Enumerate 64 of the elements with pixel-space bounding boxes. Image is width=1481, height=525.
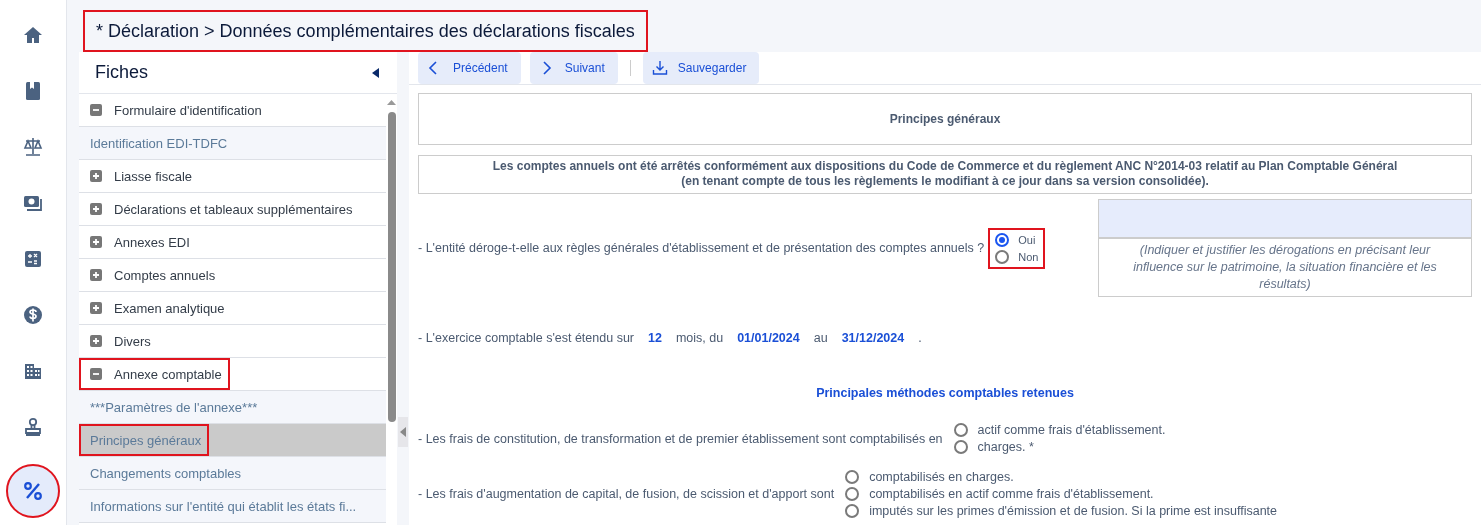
radio-option[interactable]: charges. * — [953, 440, 1166, 454]
radio-option[interactable]: actif comme frais d'établissement. — [953, 423, 1166, 437]
sidebar-item[interactable]: Déclarations et tableaux supplémentaires — [79, 193, 386, 226]
expand-icon[interactable] — [90, 335, 102, 347]
radio-button[interactable] — [845, 487, 860, 501]
expand-icon[interactable] — [90, 236, 102, 248]
sentence-text: - L'exercice comptable s'est étendu sur — [418, 331, 634, 345]
download-icon — [651, 60, 668, 76]
radio-option[interactable]: comptabilisés en charges. — [845, 470, 1278, 484]
home-icon — [23, 25, 43, 45]
save-button[interactable]: Sauvegarder — [642, 52, 760, 84]
radio-button[interactable] — [845, 504, 860, 518]
question-text: - Les frais d'augmentation de capital, de fusion, de scission et d'apport sont — [418, 487, 835, 501]
intro-text: (en tenant compte de tous les règlements le modifiant à ce jour dans sa version consolidée). — [680, 174, 1210, 189]
money-icon — [23, 193, 43, 213]
expand-icon[interactable] — [90, 203, 102, 215]
radio-button[interactable] — [995, 249, 1010, 264]
radio-option[interactable]: Oui — [995, 232, 1039, 247]
collapse-icon[interactable] — [372, 67, 379, 78]
expand-icon[interactable] — [90, 170, 102, 182]
sidebar-item[interactable]: Divers — [79, 325, 386, 358]
sidebar-item[interactable]: Examen analytique — [79, 292, 386, 325]
section-heading: Principales méthodes comptables retenues — [815, 386, 1075, 400]
hint-text: (Indiquer et justifier les dérogations en précisant leur influence sur le patrimoine, la situation financière et les résultats) — [1132, 242, 1438, 293]
radio-button[interactable] — [953, 440, 968, 454]
next-button[interactable]: Suivant — [529, 52, 618, 84]
nav-button[interactable] — [6, 464, 60, 518]
question-text: - Les frais de constitution, de transformation et de premier établissement sont comptabilisés en — [418, 431, 943, 446]
sentence-text: au — [813, 331, 828, 345]
radio-option[interactable]: comptabilisés en actif comme frais d'établissement. — [845, 487, 1278, 501]
scroll-up-icon[interactable] — [386, 98, 397, 106]
radio-button[interactable] — [953, 423, 968, 437]
radio-option[interactable]: imputés sur les primes d'émission et de fusion. Si la prime est insuffisante — [845, 504, 1278, 518]
percent-icon — [23, 481, 43, 501]
radio-button[interactable] — [995, 232, 1010, 247]
page-title: * Déclaration > Données complémentaires des déclarations fiscales — [83, 10, 648, 52]
intro-text: Les comptes annuels ont été arrêtés conformément aux dispositions du Code de Commerce et du règlement ANC N°2014-03 relatif au Plan Comptable Général — [491, 159, 1399, 174]
sentence-text: . — [918, 331, 922, 345]
expand-icon[interactable] — [90, 302, 102, 314]
sidebar-item[interactable]: Informations sur l'entité qui établit les états fi... — [79, 490, 386, 523]
input-field[interactable] — [1099, 200, 1471, 239]
field-value[interactable]: 01/01/2024 — [733, 331, 804, 345]
sidebar-item[interactable]: Identification EDI-TDFC — [79, 127, 386, 160]
radio-button[interactable] — [845, 470, 860, 484]
section-title: Principes généraux — [418, 93, 1472, 145]
calculator-icon — [23, 249, 43, 269]
question-text: - L'entité déroge-t-elle aux règles générales d'établissement et de présentation des comptes annuels ? — [418, 241, 985, 255]
field-value[interactable]: 12 — [644, 331, 666, 345]
expand-icon[interactable] — [90, 269, 102, 281]
dollar-icon — [23, 305, 43, 325]
previous-button[interactable]: Précédent — [418, 52, 521, 84]
sidebar-item[interactable]: Liasse fiscale — [79, 160, 386, 193]
sidebar-item[interactable]: Changements comptables — [79, 457, 386, 490]
book-icon — [23, 81, 43, 101]
scale-icon — [23, 137, 43, 157]
sidebar-title: Fiches — [95, 62, 148, 83]
sidebar-item[interactable]: Comptes annuels — [79, 259, 386, 292]
sidebar-item[interactable]: ***Paramètres de l'annexe*** — [79, 391, 386, 424]
building-icon — [23, 361, 43, 381]
sentence-text: mois, du — [675, 331, 724, 345]
stamp-icon — [23, 417, 43, 437]
radio-option[interactable]: Non — [995, 249, 1039, 264]
sidebar-item[interactable]: Annexes EDI — [79, 226, 386, 259]
field-value[interactable]: 31/12/2024 — [837, 331, 909, 345]
